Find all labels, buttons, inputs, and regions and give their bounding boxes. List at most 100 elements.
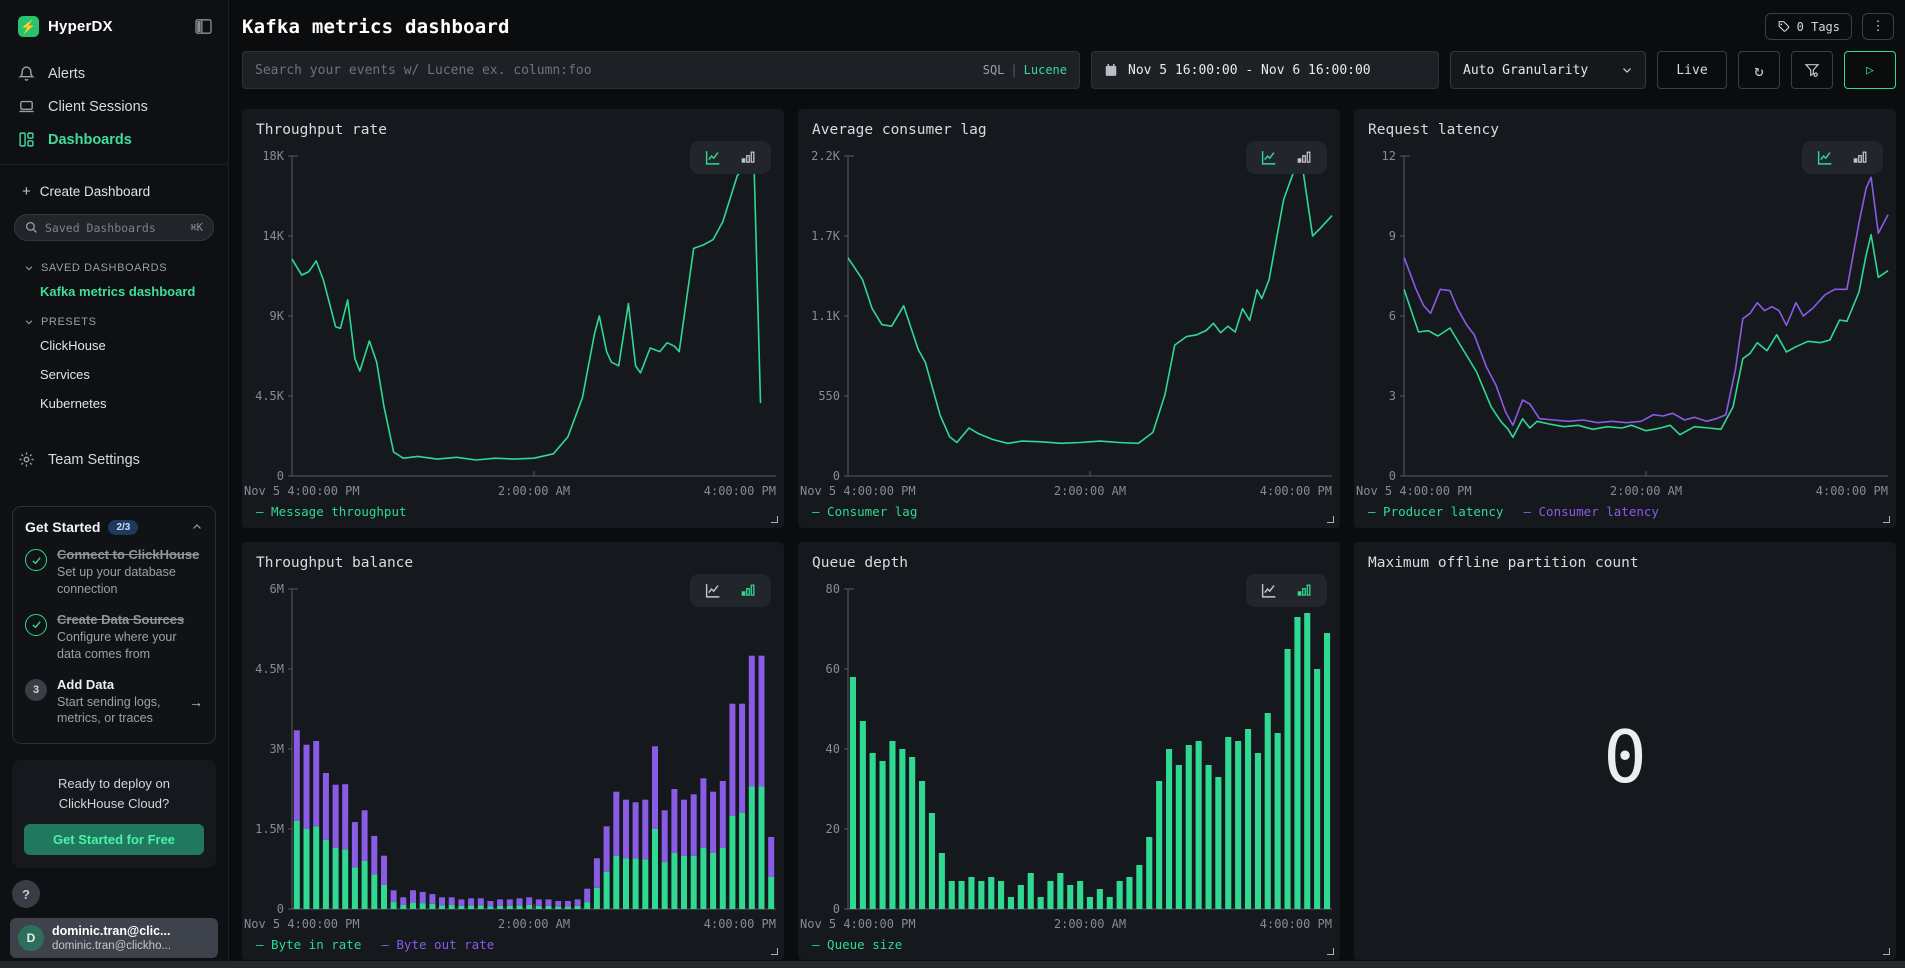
legend-item: — Queue size <box>812 937 902 952</box>
chart-type-toggle <box>1246 141 1327 174</box>
resize-handle[interactable] <box>1327 948 1334 955</box>
panel-title: Request latency <box>1354 109 1896 140</box>
dashboard-header: Kafka metrics dashboard 0 Tags ⋮ <box>242 0 1896 51</box>
svg-text:0: 0 <box>833 902 840 916</box>
user-menu[interactable]: D dominic.tran@clic... dominic.tran@clic… <box>10 918 218 958</box>
hyperdx-app: ⚡ HyperDX Alerts Client Sessions Dashboa… <box>0 0 1905 968</box>
chevron-up-icon <box>191 521 203 533</box>
step-connect-clickhouse[interactable]: Connect to ClickHouse Set up your databa… <box>25 547 203 598</box>
line-chart-icon[interactable] <box>1259 582 1279 599</box>
line-chart-icon[interactable] <box>703 149 723 166</box>
sql-toggle[interactable]: SQL <box>983 63 1005 77</box>
panel-title: Average consumer lag <box>798 109 1340 140</box>
svg-text:0: 0 <box>833 469 840 483</box>
svg-text:9K: 9K <box>270 309 285 323</box>
get-started-header[interactable]: Get Started 2/3 <box>25 519 203 535</box>
chart-area[interactable]: 020406080Nov 5 4:00:00 PM2:00:00 AM4:00:… <box>798 573 1340 935</box>
saved-dashboards-search-input[interactable]: Saved Dashboards ⌘K <box>14 214 214 241</box>
run-query-button[interactable]: ▷ <box>1844 51 1896 89</box>
step-create-data-sources[interactable]: Create Data Sources Configure where your… <box>25 612 203 663</box>
refresh-button[interactable]: ↻ <box>1738 51 1780 89</box>
line-chart-icon[interactable] <box>703 582 723 599</box>
saved-dashboards-section-header[interactable]: SAVED DASHBOARDS <box>10 255 218 280</box>
panel-queue-depth: Queue depth 020406080Nov 5 4:00:00 PM2:0… <box>798 542 1340 961</box>
bell-icon <box>18 65 35 82</box>
main-content: Kafka metrics dashboard 0 Tags ⋮ Search … <box>229 0 1905 968</box>
create-dashboard-button[interactable]: + Create Dashboard <box>10 173 218 208</box>
panel-average-consumer-lag: Average consumer lag 05501.1K1.7K2.2KNov… <box>798 109 1340 528</box>
chart-area[interactable]: 05501.1K1.7K2.2KNov 5 4:00:00 PM2:00:00 … <box>798 140 1340 502</box>
svg-text:Nov 5 4:00:00 PM: Nov 5 4:00:00 PM <box>800 917 916 931</box>
bar-chart-icon[interactable] <box>738 149 758 166</box>
resize-handle[interactable] <box>1883 516 1890 523</box>
controls-row: Search your events w/ Lucene ex. column:… <box>242 51 1896 89</box>
sidebar-item-clickhouse[interactable]: ClickHouse <box>10 334 218 363</box>
sidebar-item-client-sessions[interactable]: Client Sessions <box>10 90 218 123</box>
svg-text:2:00:00 AM: 2:00:00 AM <box>498 484 570 498</box>
svg-text:6M: 6M <box>270 582 284 596</box>
chart-type-toggle <box>1246 574 1327 607</box>
step-add-data[interactable]: 3 Add Data Start sending logs, metrics, … <box>25 677 203 728</box>
resize-handle[interactable] <box>771 516 778 523</box>
get-started-free-button[interactable]: Get Started for Free <box>24 824 204 855</box>
bar-chart-icon[interactable] <box>1850 149 1870 166</box>
sidebar: ⚡ HyperDX Alerts Client Sessions Dashboa… <box>0 0 229 968</box>
line-chart-icon[interactable] <box>1815 149 1835 166</box>
date-range-picker[interactable]: Nov 5 16:00:00 - Nov 6 16:00:00 <box>1091 51 1439 89</box>
bar-chart-icon[interactable] <box>738 582 758 599</box>
svg-text:2:00:00 AM: 2:00:00 AM <box>1054 917 1126 931</box>
hyperdx-logo-icon: ⚡ <box>18 16 39 37</box>
svg-text:4:00:00 PM: 4:00:00 PM <box>1816 484 1888 498</box>
granularity-select[interactable]: Auto Granularity <box>1450 51 1646 89</box>
chart-area[interactable]: 01.5M3M4.5M6MNov 5 4:00:00 PM2:00:00 AM4… <box>242 573 784 935</box>
filter-button[interactable] <box>1791 51 1833 89</box>
panel-title: Queue depth <box>798 542 1340 573</box>
legend-item: — Byte out rate <box>381 937 494 952</box>
tags-button[interactable]: 0 Tags <box>1765 13 1852 40</box>
resize-handle[interactable] <box>1883 948 1890 955</box>
svg-text:9: 9 <box>1389 229 1396 243</box>
live-button[interactable]: Live <box>1657 51 1727 89</box>
chart-legend: — Queue size <box>798 934 1340 960</box>
svg-text:3M: 3M <box>270 742 284 756</box>
chevron-down-icon <box>24 317 34 327</box>
resize-handle[interactable] <box>1327 516 1334 523</box>
sidebar-item-services[interactable]: Services <box>10 363 218 392</box>
get-started-card: Get Started 2/3 Connect to ClickHouse Se… <box>12 506 216 744</box>
bar-chart-icon[interactable] <box>1294 582 1314 599</box>
sidebar-item-kafka-dashboard[interactable]: Kafka metrics dashboard <box>10 280 218 309</box>
sidebar-item-alerts[interactable]: Alerts <box>10 57 218 90</box>
svg-text:Nov 5 4:00:00 PM: Nov 5 4:00:00 PM <box>244 484 360 498</box>
bar-chart-icon[interactable] <box>1294 149 1314 166</box>
panel-title: Maximum offline partition count <box>1354 542 1896 573</box>
chart-legend: — Consumer lag <box>798 502 1340 528</box>
svg-text:4.5K: 4.5K <box>255 389 285 403</box>
chart-area[interactable]: 04.5K9K14K18KNov 5 4:00:00 PM2:00:00 AM4… <box>242 140 784 502</box>
more-options-button[interactable]: ⋮ <box>1862 13 1894 40</box>
step-number-badge: 3 <box>25 679 47 701</box>
chart-area[interactable]: 036912Nov 5 4:00:00 PM2:00:00 AM4:00:00 … <box>1354 140 1896 502</box>
dashboards-icon <box>18 131 35 148</box>
event-search-input[interactable]: Search your events w/ Lucene ex. column:… <box>242 51 1080 89</box>
charts-grid: Throughput rate 04.5K9K14K18KNov 5 4:00:… <box>242 109 1896 960</box>
check-circle-icon <box>25 614 47 636</box>
avatar: D <box>18 925 44 951</box>
sidebar-item-team-settings[interactable]: Team Settings <box>10 443 218 476</box>
laptop-icon <box>18 98 35 115</box>
panel-request-latency: Request latency 036912Nov 5 4:00:00 PM2:… <box>1354 109 1896 528</box>
app-name: HyperDX <box>48 18 113 35</box>
sidebar-item-kubernetes[interactable]: Kubernetes <box>10 392 218 421</box>
svg-text:1.7K: 1.7K <box>811 229 841 243</box>
user-email: dominic.tran@clickho... <box>52 940 171 952</box>
svg-text:3: 3 <box>1389 389 1396 403</box>
lucene-toggle[interactable]: Lucene <box>1024 63 1067 77</box>
help-button[interactable]: ? <box>12 880 40 908</box>
resize-handle[interactable] <box>771 948 778 955</box>
panel-title: Throughput rate <box>242 109 784 140</box>
presets-section-header[interactable]: PRESETS <box>10 309 218 334</box>
line-chart-icon[interactable] <box>1259 149 1279 166</box>
sidebar-item-dashboards[interactable]: Dashboards <box>10 123 218 156</box>
horizontal-scrollbar[interactable] <box>0 961 1905 968</box>
legend-item: — Consumer lag <box>812 504 917 519</box>
sidebar-collapse-icon[interactable] <box>195 19 212 34</box>
